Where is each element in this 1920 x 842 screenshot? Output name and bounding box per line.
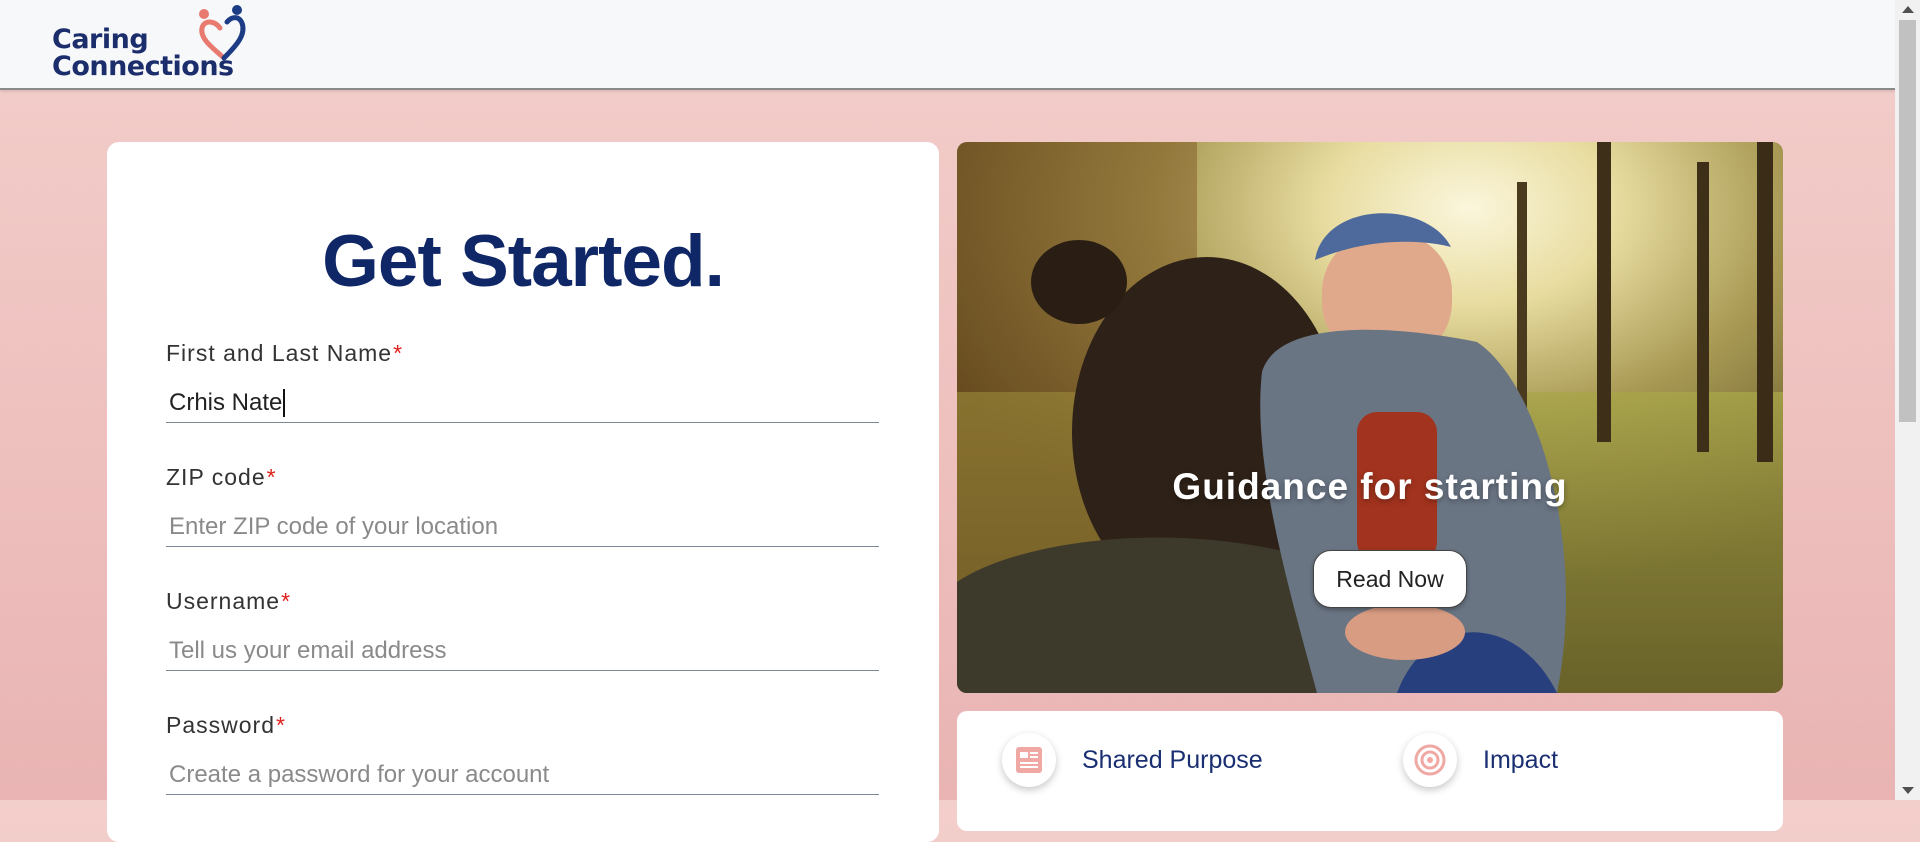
zip-label-text: ZIP code	[166, 464, 266, 490]
name-input-value: Crhis Nate	[169, 388, 283, 416]
username-label-text: Username	[166, 588, 281, 614]
text-caret	[283, 388, 286, 417]
hero-title: Guidance for starting	[1172, 466, 1568, 507]
scroll-down-arrow-icon[interactable]	[1902, 787, 1914, 794]
username-field-label: Username*	[166, 588, 291, 614]
heart-people-logo-icon	[199, 5, 246, 61]
hero-banner: Guidance for starting Read Now	[957, 142, 1783, 693]
feature-label: Impact	[1483, 746, 1559, 774]
signup-form-card: Get Started. First and Last Name* Crhis …	[107, 142, 939, 842]
hero-photo	[957, 142, 1783, 693]
article-icon	[1002, 733, 1056, 787]
feature-label: Shared Purpose	[1082, 746, 1263, 774]
page-scrollbar[interactable]	[1895, 0, 1920, 800]
username-input[interactable]	[166, 631, 879, 671]
name-input[interactable]: Crhis Nate	[166, 383, 879, 423]
page-title: Get Started.	[322, 221, 725, 302]
scroll-thumb[interactable]	[1899, 20, 1916, 422]
name-label-text: First and Last Name	[166, 340, 393, 366]
scroll-up-arrow-icon[interactable]	[1902, 6, 1914, 13]
zip-field-label: ZIP code*	[166, 464, 277, 490]
required-asterisk: *	[393, 340, 404, 366]
required-asterisk: *	[275, 712, 286, 738]
required-asterisk: *	[266, 464, 277, 490]
name-field: First and Last Name* Crhis Nate	[166, 340, 879, 423]
zip-input[interactable]	[166, 507, 879, 547]
name-field-label: First and Last Name*	[166, 340, 403, 366]
required-asterisk: *	[281, 588, 292, 614]
features-card: Shared Purpose Impact	[957, 711, 1783, 831]
password-field-label: Password*	[166, 712, 286, 738]
site-header: Caring Connections	[0, 0, 1895, 90]
target-icon	[1403, 733, 1457, 787]
read-now-button[interactable]: Read Now	[1313, 550, 1467, 608]
password-label-text: Password	[166, 712, 275, 738]
username-field: Username*	[166, 588, 879, 671]
password-input[interactable]	[166, 755, 879, 795]
zip-field: ZIP code*	[166, 464, 879, 547]
password-field: Password*	[166, 712, 879, 795]
caring-connections-logo[interactable]: Caring Connections	[52, 4, 246, 88]
